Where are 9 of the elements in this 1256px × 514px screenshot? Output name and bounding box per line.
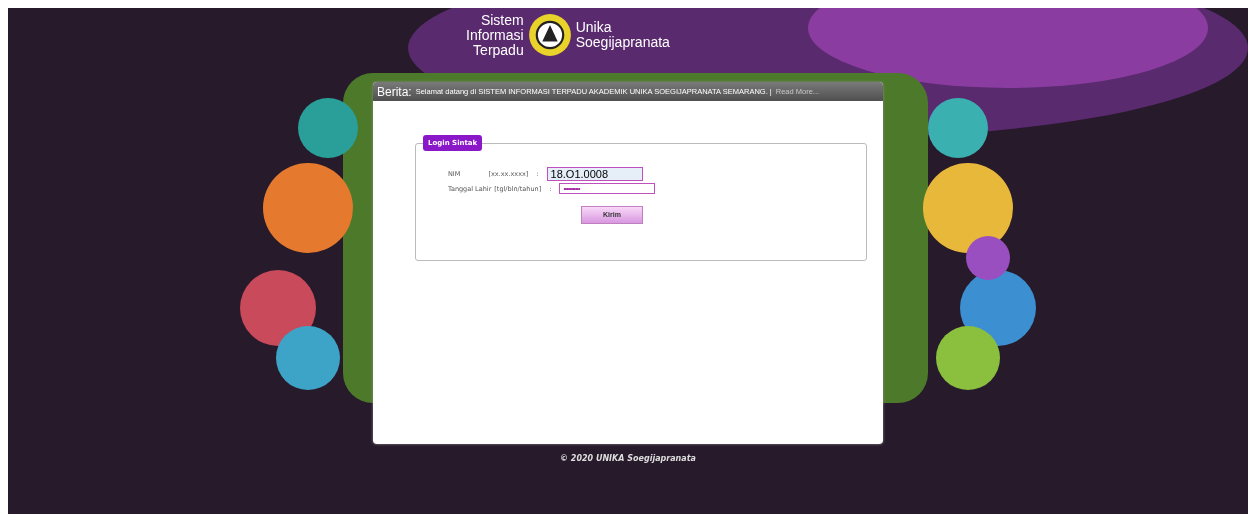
news-label: Berita: xyxy=(377,84,412,99)
input-field[interactable]: 18.O1.0008 xyxy=(546,166,643,181)
emblem-icon xyxy=(527,13,572,57)
footer-text: © 2020 UNIKA Soegijapranata xyxy=(560,454,696,463)
logo-text: Unika xyxy=(575,20,613,35)
logo-text: Sistem xyxy=(480,12,524,28)
logo-text: Informasi xyxy=(466,27,524,43)
logo-text: Soegijapranata xyxy=(575,35,670,50)
logo-text: Terpadu xyxy=(473,42,524,58)
